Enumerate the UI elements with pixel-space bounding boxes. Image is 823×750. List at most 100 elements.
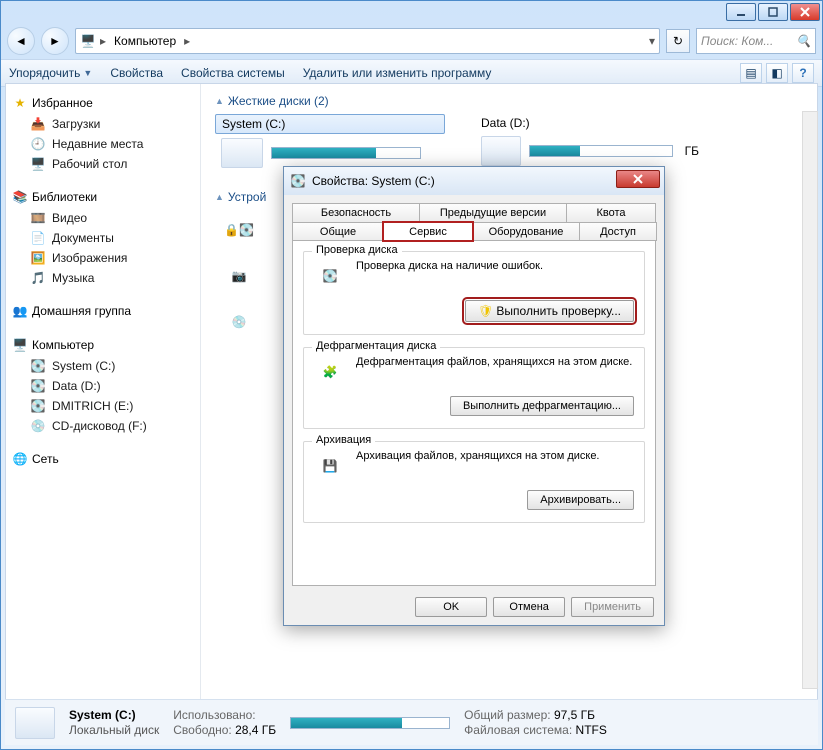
group-backup: Архивация 💾 Архивация файлов, хранящихся…: [303, 441, 645, 523]
documents-icon: 📄: [30, 230, 46, 246]
free-value: 28,4 ГБ: [235, 723, 276, 737]
device-camera[interactable]: 📷: [215, 256, 263, 296]
libraries-group[interactable]: 📚Библиотеки: [10, 186, 196, 208]
drive-icon: [221, 138, 263, 168]
refresh-button[interactable]: ↻: [666, 29, 690, 53]
sidebar-item-recent[interactable]: 🕘Недавние места: [10, 134, 196, 154]
sidebar-item-system-c[interactable]: 💽System (C:): [10, 356, 196, 376]
properties-dialog: 💽 Свойства: System (C:) Безопасность Пре…: [283, 166, 665, 626]
backup-icon: 💾: [314, 450, 346, 482]
hard-drives-header[interactable]: ▲Жесткие диски (2): [215, 94, 803, 108]
collapse-icon: ▲: [215, 96, 224, 106]
tab-tools[interactable]: Сервис: [383, 222, 473, 241]
device-bd[interactable]: 💿: [215, 302, 263, 342]
tab-previous-versions[interactable]: Предыдущие версии: [419, 203, 567, 222]
fs-label: Файловая система:: [464, 723, 572, 737]
status-bar: System (C:) Локальный диск Использовано:…: [5, 699, 818, 745]
free-label: Свободно:: [173, 723, 232, 737]
vertical-scrollbar[interactable]: [802, 111, 818, 689]
sidebar-item-music[interactable]: 🎵Музыка: [10, 268, 196, 288]
preview-pane-button[interactable]: ◧: [766, 63, 788, 83]
ok-button[interactable]: OK: [415, 597, 487, 617]
tab-sharing[interactable]: Доступ: [579, 222, 657, 241]
pictures-icon: 🖼️: [30, 250, 46, 266]
sidebar-item-desktop[interactable]: 🖥️Рабочий стол: [10, 154, 196, 174]
dialog-buttons: OK Отмена Применить: [415, 597, 654, 617]
drive-data-d[interactable]: Data (D:) ГБ: [475, 114, 705, 172]
music-icon: 🎵: [30, 270, 46, 286]
downloads-icon: 📥: [30, 116, 46, 132]
drive-icon: 💽: [30, 358, 46, 374]
cancel-button[interactable]: Отмена: [493, 597, 565, 617]
recent-icon: 🕘: [30, 136, 46, 152]
back-button[interactable]: ◄: [7, 27, 35, 55]
drive-icon: 💽: [290, 173, 306, 189]
organize-menu[interactable]: Упорядочить▼: [9, 66, 92, 80]
check-now-button[interactable]: 🛡 Выполнить проверку...: [465, 300, 634, 322]
tab-quota[interactable]: Квота: [566, 203, 656, 222]
desktop-icon: 🖥️: [30, 156, 46, 172]
forward-button[interactable]: ►: [41, 27, 69, 55]
video-icon: 🎞️: [30, 210, 46, 226]
programs-button[interactable]: Удалить или изменить программу: [303, 66, 492, 80]
tab-security[interactable]: Безопасность: [292, 203, 420, 222]
help-icon: ?: [799, 66, 806, 80]
search-icon: 🔍: [796, 34, 811, 48]
drive-icon: [481, 136, 521, 166]
minimize-button[interactable]: [726, 3, 756, 21]
sidebar-item-cd-f[interactable]: 💿CD-дисковод (F:): [10, 416, 196, 436]
system-properties-button[interactable]: Свойства системы: [181, 66, 285, 80]
tab-hardware[interactable]: Оборудование: [472, 222, 580, 241]
defragment-button[interactable]: Выполнить дефрагментацию...: [450, 396, 634, 416]
maximize-button[interactable]: [758, 3, 788, 21]
chevron-right-icon: ▸: [184, 34, 190, 48]
view-button[interactable]: ▤: [740, 63, 762, 83]
device-removable[interactable]: 🔒💽: [215, 210, 263, 250]
drive-icon: [15, 707, 55, 739]
total-value: 97,5 ГБ: [554, 708, 595, 722]
network-group[interactable]: 🌐Сеть: [10, 448, 196, 470]
status-drive-name: System (C:): [69, 708, 136, 722]
tab-tools-panel: Проверка диска 💽 Проверка диска на налич…: [292, 240, 656, 586]
computer-group[interactable]: 🖥️Компьютер: [10, 334, 196, 356]
dialog-titlebar[interactable]: 💽 Свойства: System (C:): [284, 167, 664, 195]
breadcrumb-computer[interactable]: Компьютер: [110, 34, 180, 48]
collapse-icon: ▲: [215, 192, 224, 202]
group-title: Проверка диска: [312, 244, 402, 256]
address-bar[interactable]: 🖥️ ▸ Компьютер ▸ ▾: [75, 28, 660, 54]
sidebar-item-downloads[interactable]: 📥Загрузки: [10, 114, 196, 134]
search-input[interactable]: Поиск: Ком... 🔍: [696, 28, 816, 54]
backup-button[interactable]: Архивировать...: [527, 490, 634, 510]
computer-icon: 🖥️: [12, 337, 28, 353]
group-defragmentation: Дефрагментация диска 🧩 Дефрагментация фа…: [303, 347, 645, 429]
usage-bar: [271, 147, 421, 159]
drive-icon: 💽: [30, 378, 46, 394]
drive-icon: 💽: [30, 398, 46, 414]
close-button[interactable]: [790, 3, 820, 21]
drive-label: Data (D:): [475, 114, 705, 132]
shield-icon: 🛡: [478, 304, 493, 318]
sidebar-item-dmitrich-e[interactable]: 💽DMITRICH (E:): [10, 396, 196, 416]
group-text: Архивация файлов, хранящихся на этом дис…: [356, 450, 634, 462]
cd-icon: 💿: [30, 418, 46, 434]
properties-button[interactable]: Свойства: [110, 66, 163, 80]
help-button[interactable]: ?: [792, 63, 814, 83]
search-placeholder: Поиск: Ком...: [701, 34, 773, 48]
arrow-left-icon: ◄: [15, 34, 27, 48]
tab-general[interactable]: Общие: [292, 222, 384, 241]
view-icon: ▤: [745, 66, 756, 80]
sidebar-item-pictures[interactable]: 🖼️Изображения: [10, 248, 196, 268]
favorites-group[interactable]: ★Избранное: [10, 92, 196, 114]
check-disk-icon: 💽: [314, 260, 346, 292]
fs-value: NTFS: [576, 723, 607, 737]
defrag-icon: 🧩: [314, 356, 346, 388]
group-text: Дефрагментация файлов, хранящихся на это…: [356, 356, 634, 368]
sidebar-item-video[interactable]: 🎞️Видео: [10, 208, 196, 228]
homegroup[interactable]: 👥Домашняя группа: [10, 300, 196, 322]
drive-system-c[interactable]: System (C:): [215, 114, 445, 172]
apply-button[interactable]: Применить: [571, 597, 654, 617]
dropdown-icon[interactable]: ▾: [649, 34, 655, 48]
sidebar-item-data-d[interactable]: 💽Data (D:): [10, 376, 196, 396]
dialog-close-button[interactable]: [616, 170, 660, 188]
sidebar-item-documents[interactable]: 📄Документы: [10, 228, 196, 248]
